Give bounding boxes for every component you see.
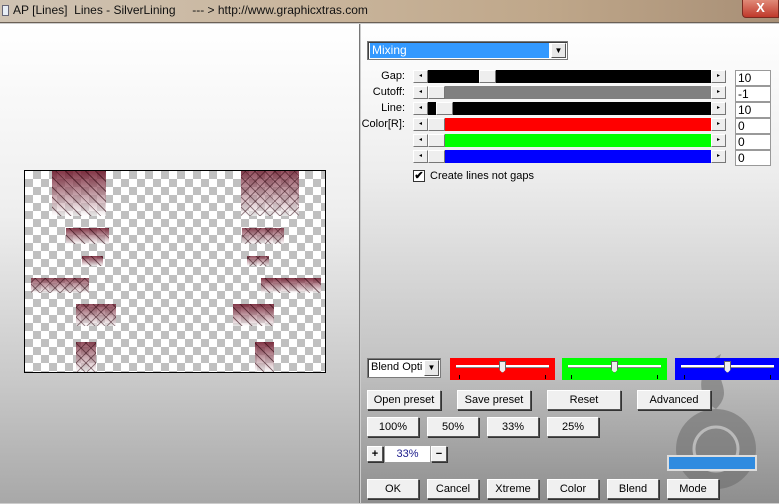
slider-thumb[interactable] <box>428 118 445 131</box>
arrow-left-icon[interactable]: ◂ <box>413 118 428 131</box>
slider-label: Cutoff: <box>372 86 405 98</box>
arrow-left-icon[interactable]: ◂ <box>413 150 428 163</box>
window-title: AP [Lines] Lines - SilverLining --- > ht… <box>13 3 368 17</box>
checkmark-icon: ✔ <box>414 170 424 182</box>
blend-color-slider[interactable] <box>450 358 555 380</box>
blend-button[interactable]: Blend <box>607 479 659 499</box>
ok-button[interactable]: OK <box>367 479 419 499</box>
slider-value-field[interactable]: -1 <box>735 86 771 102</box>
slider-1[interactable]: ◂ ▸ <box>413 86 726 99</box>
zoom-out-button[interactable]: − <box>431 446 447 462</box>
slider-thumb[interactable] <box>428 134 445 147</box>
slider-0[interactable]: ◂ ▸ <box>413 70 726 83</box>
arrow-left-icon[interactable]: ◂ <box>413 134 428 147</box>
slider-track[interactable] <box>428 118 711 131</box>
slider-track[interactable] <box>428 150 711 163</box>
mode-dropdown[interactable]: Mixing ▼ <box>367 41 568 60</box>
arrow-left-icon[interactable]: ◂ <box>413 70 428 83</box>
slider-2[interactable]: ◂ ▸ <box>413 102 726 115</box>
cancel-button[interactable]: Cancel <box>427 479 479 499</box>
slider-label: Line: <box>381 102 405 114</box>
slider-label: Color[R]: <box>361 118 405 130</box>
slider-4[interactable]: ◂ ▸ <box>413 134 726 147</box>
slider-track[interactable] <box>428 86 711 99</box>
slider-track[interactable] <box>428 102 711 115</box>
blend-color-slider[interactable] <box>562 358 667 380</box>
zoom-preset-button-0[interactable]: 100% <box>367 417 419 437</box>
slider-value-field[interactable]: 0 <box>735 150 771 166</box>
slider-track[interactable] <box>428 70 711 83</box>
arrow-left-icon[interactable]: ◂ <box>413 86 428 99</box>
slider-value-field[interactable]: 0 <box>735 134 771 150</box>
image-preview <box>24 170 326 373</box>
slider-thumb[interactable] <box>428 86 445 99</box>
arrow-left-icon[interactable]: ◂ <box>413 102 428 115</box>
title-bar: AP [Lines] Lines - SilverLining --- > ht… <box>0 0 779 23</box>
arrow-right-icon[interactable]: ▸ <box>711 150 726 163</box>
slider-thumb[interactable] <box>499 361 506 373</box>
color-button[interactable]: Color <box>547 479 599 499</box>
slider-value-field[interactable]: 0 <box>735 118 771 134</box>
progress-bar <box>667 455 757 471</box>
slider-thumb[interactable] <box>611 361 618 373</box>
zoom-value-field[interactable]: 33% <box>385 446 430 462</box>
blend-color-slider[interactable] <box>675 358 779 380</box>
zoom-preset-button-3[interactable]: 25% <box>547 417 599 437</box>
mode-dropdown-value: Mixing <box>370 43 549 58</box>
preset-button-0[interactable]: Open preset <box>367 390 441 410</box>
preset-button-2[interactable]: Reset <box>547 390 621 410</box>
slider-3[interactable]: ◂ ▸ <box>413 118 726 131</box>
app-icon <box>2 5 9 16</box>
arrow-right-icon[interactable]: ▸ <box>711 102 726 115</box>
blend-options-value: Blend Opti <box>371 361 423 373</box>
preset-button-1[interactable]: Save preset <box>457 390 531 410</box>
slider-5[interactable]: ◂ ▸ <box>413 150 726 163</box>
slider-value-field[interactable]: 10 <box>735 102 771 118</box>
zoom-preset-button-1[interactable]: 50% <box>427 417 479 437</box>
slider-thumb[interactable] <box>428 150 445 163</box>
arrow-right-icon[interactable]: ▸ <box>711 86 726 99</box>
slider-thumb[interactable] <box>435 102 453 115</box>
mode-button[interactable]: Mode <box>667 479 719 499</box>
close-button[interactable]: X <box>742 0 779 18</box>
zoom-preset-button-2[interactable]: 33% <box>487 417 539 437</box>
xtreme-button[interactable]: Xtreme <box>487 479 539 499</box>
blend-options-dropdown[interactable]: Blend Opti ▼ <box>367 358 441 378</box>
slider-thumb[interactable] <box>478 70 496 83</box>
create-lines-label: Create lines not gaps <box>430 170 534 182</box>
slider-label: Gap: <box>381 70 405 82</box>
create-lines-checkbox[interactable]: ✔ <box>413 170 425 182</box>
chevron-down-icon[interactable]: ▼ <box>424 360 439 376</box>
arrow-right-icon[interactable]: ▸ <box>711 134 726 147</box>
zoom-in-button[interactable]: + <box>367 446 383 462</box>
chevron-down-icon[interactable]: ▼ <box>551 43 566 58</box>
slider-thumb[interactable] <box>724 361 731 373</box>
arrow-right-icon[interactable]: ▸ <box>711 118 726 131</box>
slider-track[interactable] <box>428 134 711 147</box>
slider-value-field[interactable]: 10 <box>735 70 771 86</box>
preset-button-3[interactable]: Advanced <box>637 390 711 410</box>
arrow-right-icon[interactable]: ▸ <box>711 70 726 83</box>
